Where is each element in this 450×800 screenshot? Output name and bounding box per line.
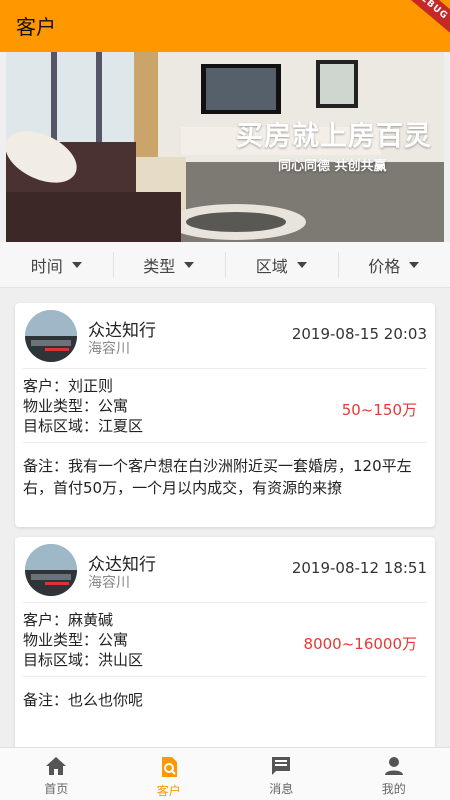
tab-label: 消息 [269,782,294,796]
filter-price[interactable]: 价格 [337,242,450,287]
tab-customer[interactable]: 客户 [113,748,226,800]
filter-label: 价格 [368,256,401,276]
client-name: 客户：刘正则 [23,377,114,395]
app-bar: 客户 DEBUG [0,0,450,52]
filter-label: 区域 [255,256,288,276]
debug-ribbon: DEBUG [390,0,450,41]
avatar-image [25,310,77,362]
home-icon [46,757,67,775]
post-time: 2019-08-12 18:51 [291,559,427,577]
bottom-tab-bar: 首页 客户 消息 我的 [0,747,450,800]
client-name: 客户：麻黄碱 [23,611,114,629]
filter-label: 时间 [30,256,63,276]
caret-down-icon [184,261,195,268]
filter-bar: 时间 类型 区域 价格 [0,242,450,288]
banner-subslogan: 同心同德 共创共赢 [278,159,387,174]
caret-down-icon [296,261,307,268]
card-header: 众达知行 海容川 2019-08-15 20:03 [23,303,427,369]
filter-area[interactable]: 区域 [225,242,338,287]
tab-label: 首页 [44,782,69,796]
tab-label: 我的 [381,782,406,796]
filter-type[interactable]: 类型 [112,242,226,287]
contact-name: 海容川 [88,575,130,591]
filter-time[interactable]: 时间 [0,242,113,287]
card-header: 众达知行 海容川 2019-08-12 18:51 [23,537,427,603]
remark-text: 备注：也么也你呢 [23,691,144,709]
tab-home[interactable]: 首页 [0,748,113,800]
avatar [25,544,77,596]
price-range: 8000~16000万 [303,635,417,653]
remark-text: 备注：我有一个客户想在白沙洲附近买一套婚房，120平左右，首付50万，一个月以内… [23,457,412,497]
customer-list[interactable]: 众达知行 海容川 2019-08-15 20:03 客户：刘正则 物业类型：公寓… [0,289,450,747]
tab-profile[interactable]: 我的 [338,748,450,800]
avatar-image [25,544,77,596]
post-time: 2019-08-15 20:03 [291,325,427,343]
price-range: 50~150万 [341,401,417,419]
page-title: 客户 [16,15,56,39]
card-details: 客户：刘正则 物业类型：公寓 目标区域：江夏区 50~150万 [23,369,427,443]
customer-search-icon [161,757,177,777]
card-details: 客户：麻黄碱 物业类型：公寓 目标区域：洪山区 8000~16000万 [23,603,427,677]
customer-card[interactable]: 众达知行 海容川 2019-08-15 20:03 客户：刘正则 物业类型：公寓… [15,303,435,527]
person-icon [384,757,403,775]
caret-down-icon [71,261,82,268]
customer-card[interactable]: 众达知行 海容川 2019-08-12 18:51 客户：麻黄碱 物业类型：公寓… [15,537,435,747]
message-icon [272,757,291,775]
caret-down-icon [409,261,420,268]
contact-name: 海容川 [88,341,130,357]
tab-label: 客户 [156,784,181,798]
banner-slogan: 买房就上房百灵 [236,121,432,152]
tab-messages[interactable]: 消息 [225,748,338,800]
filter-label: 类型 [143,256,176,276]
promo-banner[interactable]: 买房就上房百灵 同心同德 共创共赢 [6,52,444,242]
avatar [25,310,77,362]
